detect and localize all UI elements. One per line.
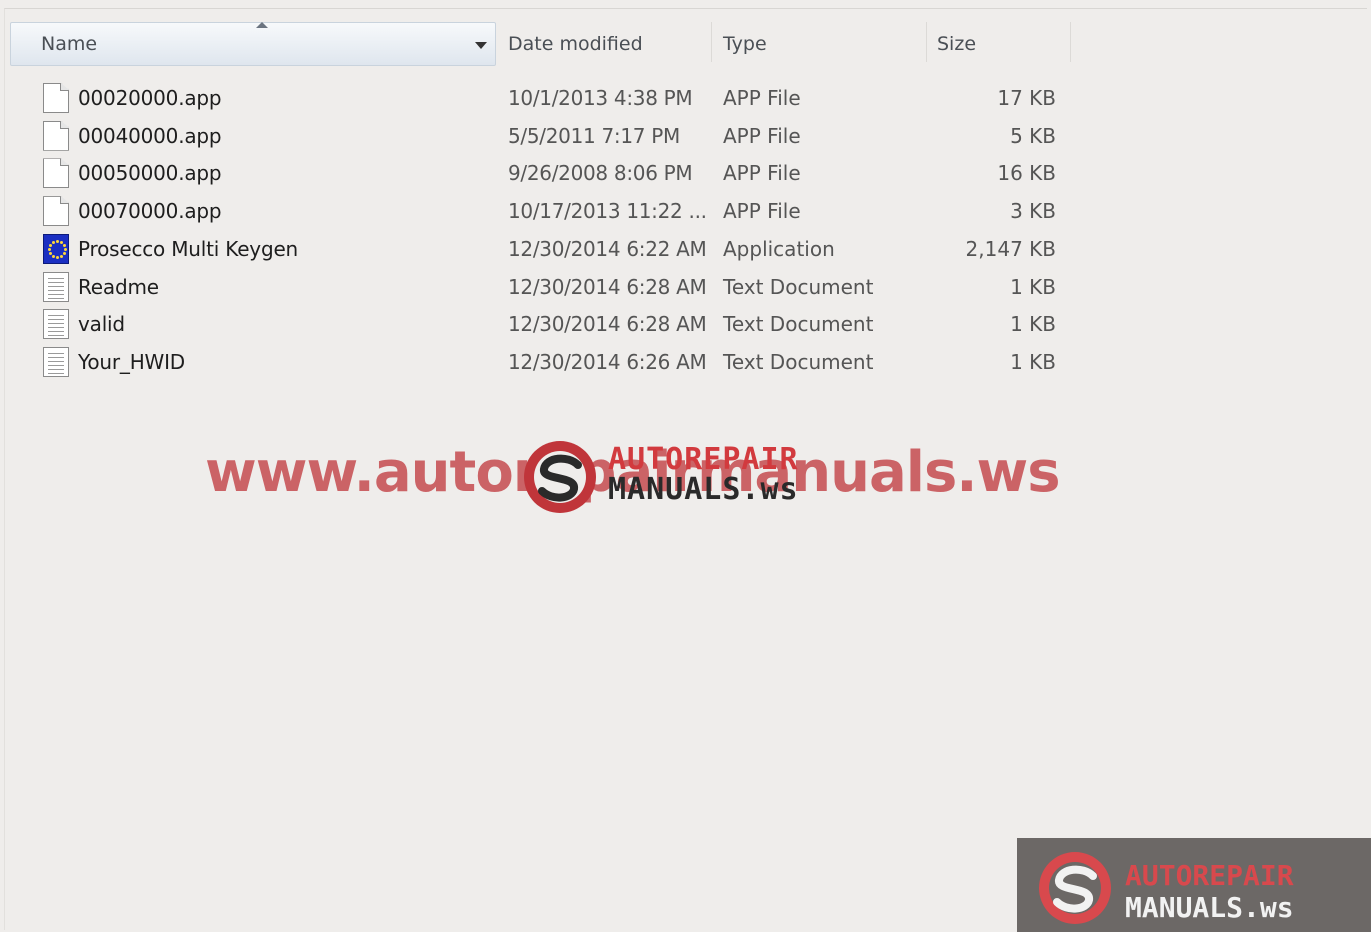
- file-size: 1 KB: [1010, 349, 1056, 374]
- watermark-brand-line1: AUTOREPAIR: [608, 442, 799, 477]
- file-size: 1 KB: [1010, 312, 1056, 337]
- file-date-modified: 9/26/2008 8:06 PM: [508, 161, 693, 186]
- file-date-modified: 12/30/2014 6:26 AM: [508, 349, 707, 374]
- file-row[interactable]: valid 12/30/2014 6:28 AM Text Document 1 KB: [0, 306, 1080, 344]
- file-row[interactable]: 00020000.app 10/1/2013 4:38 PM APP File 17 …: [0, 80, 1080, 118]
- column-divider[interactable]: [1070, 22, 1071, 62]
- text-document-icon: [43, 346, 69, 377]
- corner-brand-line1: AUTOREPAIR: [1125, 859, 1294, 892]
- chevron-down-icon[interactable]: [475, 42, 487, 49]
- watermark-brand-line2: MANUALS.ws: [608, 472, 799, 507]
- file-name: 00050000.app: [78, 161, 222, 186]
- file-date-modified: 12/30/2014 6:28 AM: [508, 274, 707, 299]
- file-date-modified: 12/30/2014 6:28 AM: [508, 312, 707, 337]
- file-row[interactable]: 00070000.app 10/17/2013 11:22 ... APP File…: [0, 193, 1080, 231]
- column-header-name[interactable]: Name: [10, 22, 496, 66]
- column-header-type[interactable]: Type: [711, 22, 927, 66]
- file-size: 5 KB: [1010, 123, 1056, 148]
- text-document-icon: [43, 309, 69, 340]
- corner-brand: AUTOREPAIR MANUALS.ws: [1125, 860, 1294, 924]
- file-type: Text Document: [723, 274, 874, 299]
- file-row[interactable]: 00050000.app 9/26/2008 8:06 PM APP File 16 …: [0, 155, 1080, 193]
- watermark-logo-icon: [524, 441, 596, 513]
- file-type: APP File: [723, 199, 801, 224]
- file-type: APP File: [723, 123, 801, 148]
- file-name: 00070000.app: [78, 199, 222, 224]
- text-document-icon: [43, 271, 69, 302]
- file-icon: [43, 196, 69, 227]
- file-type: Text Document: [723, 349, 874, 374]
- column-header-date-label: Date modified: [508, 33, 643, 55]
- file-type: APP File: [723, 161, 801, 186]
- file-row[interactable]: Your_HWID 12/30/2014 6:26 AM Text Document…: [0, 344, 1080, 382]
- file-date-modified: 10/1/2013 4:38 PM: [508, 86, 693, 110]
- file-date-modified: 5/5/2011 7:17 PM: [508, 123, 680, 148]
- watermark-brand: AUTOREPAIR MANUALS.ws: [608, 445, 799, 505]
- file-name: valid: [78, 312, 125, 337]
- sort-ascending-icon: [256, 22, 268, 28]
- file-icon: [43, 158, 69, 189]
- column-header-name-label: Name: [41, 33, 98, 55]
- file-size: 17 KB: [997, 86, 1056, 110]
- file-name: Readme: [78, 274, 159, 299]
- file-type: APP File: [723, 86, 801, 110]
- file-row[interactable]: Prosecco Multi Keygen 12/30/2014 6:22 AM A…: [0, 231, 1080, 269]
- corner-logo-icon: [1039, 852, 1111, 924]
- file-size: 3 KB: [1010, 199, 1056, 224]
- file-row[interactable]: 00040000.app 5/5/2011 7:17 PM APP File 5 KB: [0, 118, 1080, 156]
- file-type: Text Document: [723, 312, 874, 337]
- column-header-date[interactable]: Date modified: [496, 22, 711, 66]
- file-name: Your_HWID: [78, 349, 186, 374]
- file-name: Prosecco Multi Keygen: [78, 236, 299, 261]
- file-size: 1 KB: [1010, 274, 1056, 299]
- file-size: 16 KB: [997, 161, 1056, 186]
- corner-brand-line2: MANUALS.ws: [1125, 891, 1294, 924]
- column-header-type-label: Type: [723, 33, 767, 55]
- file-icon: [43, 120, 69, 151]
- file-row[interactable]: Readme 12/30/2014 6:28 AM Text Document 1 K…: [0, 269, 1080, 307]
- file-date-modified: 12/30/2014 6:22 AM: [508, 236, 707, 261]
- file-name: 00040000.app: [78, 123, 222, 148]
- corner-watermark-badge: AUTOREPAIR MANUALS.ws: [1017, 838, 1371, 932]
- file-type: Application: [723, 236, 835, 261]
- column-header-size-label: Size: [937, 33, 977, 55]
- file-name: 00020000.app: [78, 86, 222, 110]
- application-icon: [43, 233, 69, 264]
- file-size: 2,147 KB: [965, 236, 1056, 261]
- column-header-size[interactable]: Size: [927, 22, 1071, 66]
- file-icon: [43, 83, 69, 113]
- file-date-modified: 10/17/2013 11:22 ...: [508, 199, 707, 224]
